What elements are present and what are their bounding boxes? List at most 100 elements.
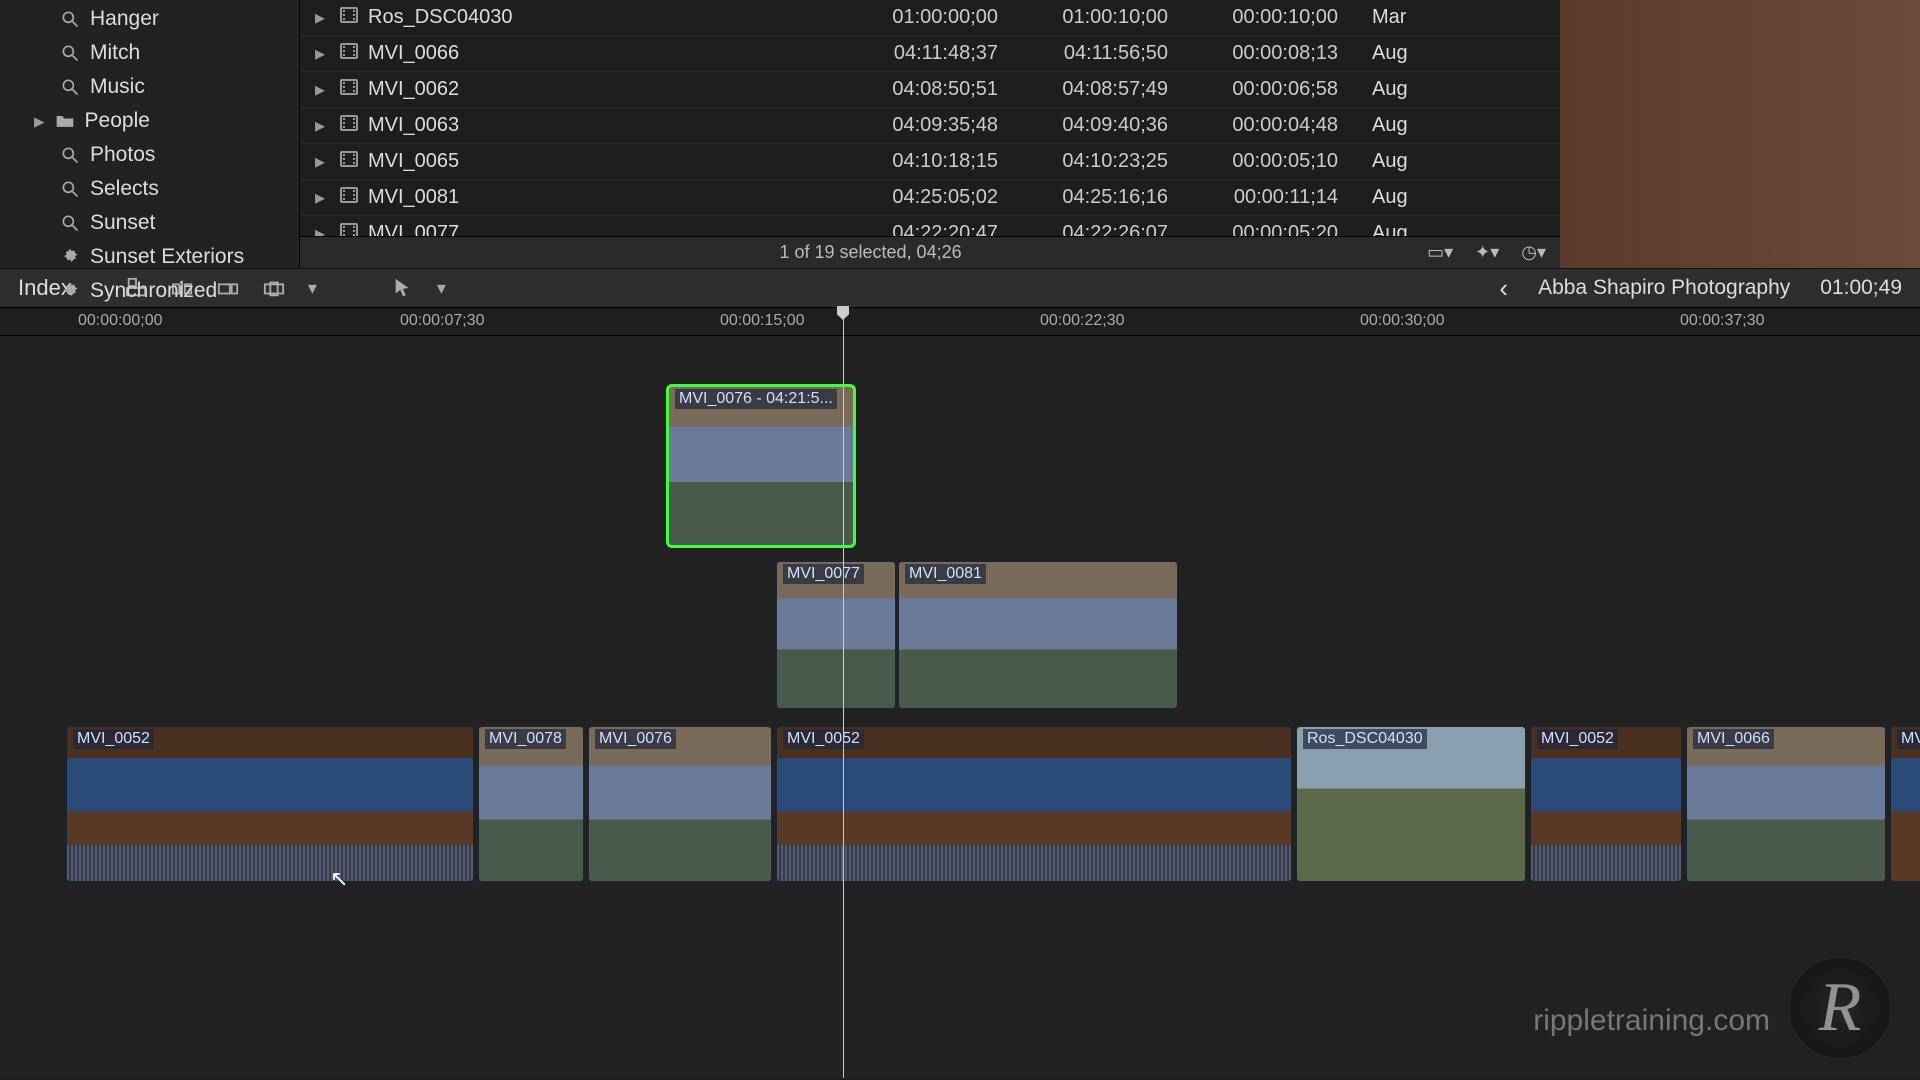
sidebar-item-music[interactable]: Music (0, 70, 299, 104)
brand-text: rippletraining.com (1533, 1004, 1770, 1038)
clip-label: MVI_0052 (73, 729, 154, 749)
clip-duration: 00:00:04;48 (1188, 114, 1358, 137)
clip-name: MVI_0081 (368, 186, 848, 209)
clip-label: MVI_0066 (1693, 729, 1774, 749)
overwrite-edit-button[interactable] (262, 277, 286, 299)
sidebar-item-label: Music (90, 75, 145, 99)
timeline-clip[interactable]: MVI_0077 (776, 561, 896, 709)
disclosure-triangle-icon[interactable]: ▸ (300, 149, 340, 174)
clip-row[interactable]: ▸MVI_008104:25:05;0204:25:16;1600:00:11;… (300, 180, 1560, 216)
timeline-ruler[interactable]: 00:00:00;0000:00:07;3000:00:15;0000:00:2… (0, 308, 1920, 336)
ruler-tick: 00:00:37;30 (1680, 312, 1765, 330)
clip-row[interactable]: ▸Ros_DSC0403001:00:00;0001:00:10;0000:00… (300, 0, 1560, 36)
append-edit-button[interactable] (216, 277, 240, 299)
clip-label: Ros_DSC04030 (1303, 729, 1427, 749)
timeline-clip[interactable]: MVI_0052 (776, 726, 1292, 882)
clip-end: 04:22:26;07 (1018, 222, 1188, 236)
clip-name: MVI_0065 (368, 150, 848, 173)
clip-row[interactable]: ▸MVI_007704:22:20;4704:22:26;0700:00:05;… (300, 216, 1560, 236)
clip-start: 04:22:20;47 (848, 222, 1018, 236)
ruler-tick: 00:00:30;00 (1360, 312, 1445, 330)
timeline-clip[interactable]: MVI_0052 (66, 726, 474, 882)
timeline[interactable]: 00:00:00;0000:00:07;3000:00:15;0000:00:2… (0, 308, 1920, 1078)
select-tool[interactable] (391, 277, 415, 299)
ripple-logo-icon: R (1790, 958, 1890, 1058)
disclosure-triangle-icon[interactable]: ▸ (300, 113, 340, 138)
clip-duration: 00:00:05;10 (1188, 150, 1358, 173)
back-button[interactable]: ‹ (1499, 273, 1508, 304)
clip-icon (340, 78, 368, 101)
clip-start: 04:09:35;48 (848, 114, 1018, 137)
clip-name: MVI_0062 (368, 78, 848, 101)
folder-icon (55, 111, 75, 131)
clip-name: MVI_0066 (368, 42, 848, 65)
timeline-clip[interactable]: MVI_0081 (898, 561, 1178, 709)
chevron-right-icon: ▸ (34, 109, 45, 134)
clip-start: 01:00:00;00 (848, 6, 1018, 29)
disclosure-triangle-icon[interactable]: ▸ (300, 77, 340, 102)
clip-end: 04:10:23;25 (1018, 150, 1188, 173)
clip-date: Aug (1358, 150, 1438, 173)
clip-label: MVI_0076 - 04:21:5... (675, 389, 837, 409)
sidebar-item-synchronized[interactable]: Synchronized (0, 274, 299, 308)
sidebar-item-people[interactable]: ▸ People (0, 104, 299, 138)
clip-date: Aug (1358, 114, 1438, 137)
disclosure-triangle-icon[interactable]: ▸ (300, 41, 340, 66)
sidebar-item-mitch[interactable]: Mitch (0, 36, 299, 70)
playhead[interactable] (843, 308, 844, 1078)
sidebar-item-photos[interactable]: Photos (0, 138, 299, 172)
timeline-clip[interactable]: MVI_0076 (588, 726, 772, 882)
clip-date: Aug (1358, 42, 1438, 65)
insert-edit-button[interactable] (170, 277, 194, 299)
clip-end: 04:11:56;50 (1018, 42, 1188, 65)
clip-appearance-button[interactable]: ▭▾ (1427, 242, 1453, 263)
keyword-sidebar[interactable]: Hanger Mitch Music ▸ People Photos Select… (0, 0, 300, 268)
tool-menu-chevron[interactable]: ▾ (437, 278, 446, 299)
clip-label: MVI_0081 (905, 564, 986, 584)
clip-label: MVI_0076 (595, 729, 676, 749)
edit-menu-chevron[interactable]: ▾ (308, 278, 317, 299)
timeline-clip[interactable]: Ros_DSC04030 (1296, 726, 1526, 882)
ruler-tick: 00:00:07;30 (400, 312, 485, 330)
disclosure-triangle-icon[interactable]: ▸ (300, 5, 340, 30)
filter-button[interactable]: ✦▾ (1475, 242, 1499, 263)
clip-row[interactable]: ▸MVI_006304:09:35;4804:09:40;3600:00:04;… (300, 108, 1560, 144)
sidebar-item-label: People (85, 109, 150, 133)
clock-button[interactable]: ◷▾ (1521, 242, 1546, 263)
audio-waveform (1531, 845, 1681, 881)
clip-duration: 00:00:05;20 (1188, 222, 1358, 236)
clip-label: MVI (1897, 729, 1920, 749)
sidebar-item-selects[interactable]: Selects (0, 172, 299, 206)
ruler-tick: 00:00:00;00 (78, 312, 163, 330)
timeline-clip[interactable]: MVI (1890, 726, 1920, 882)
clip-duration: 00:00:06;58 (1188, 78, 1358, 101)
sidebar-item-sunset-exteriors[interactable]: Sunset Exteriors (0, 240, 299, 274)
timeline-clip[interactable]: MVI_0052 (1530, 726, 1682, 882)
search-icon (60, 77, 80, 97)
clip-row[interactable]: ▸ MVI_006604:11:48;3704:11:56;5000:00:08;… (300, 36, 1560, 72)
sidebar-item-sunset[interactable]: Sunset (0, 206, 299, 240)
disclosure-triangle-icon[interactable]: ▸ (300, 185, 340, 210)
timeline-clip[interactable]: MVI_0066 (1686, 726, 1886, 882)
clip-end: 04:09:40;36 (1018, 114, 1188, 137)
gear-icon (60, 247, 80, 267)
timeline-clip[interactable]: MVI_0078 (478, 726, 584, 882)
clip-label: MVI_0078 (485, 729, 566, 749)
clip-row[interactable]: ▸MVI_006204:08:50;5104:08:57;4900:00:06;… (300, 72, 1560, 108)
clip-row[interactable]: ▸ MVI_006504:10:18;1504:10:23;2500:00:05;… (300, 144, 1560, 180)
clip-start: 04:11:48;37 (848, 42, 1018, 65)
clip-browser[interactable]: ▸Ros_DSC0403001:00:00;0001:00:10;0000:00… (300, 0, 1560, 268)
sidebar-item-label: Mitch (90, 41, 140, 65)
clip-label: MVI_0052 (783, 729, 864, 749)
connect-edit-button[interactable] (124, 277, 148, 299)
timeline-clip[interactable]: MVI_0076 - 04:21:5... (668, 386, 854, 546)
clip-duration: 00:00:08;13 (1188, 42, 1358, 65)
clip-end: 04:25:16;16 (1018, 186, 1188, 209)
clip-start: 04:10:18;15 (848, 150, 1018, 173)
disclosure-triangle-icon[interactable]: ▸ (300, 221, 340, 236)
clip-start: 04:08:50;51 (848, 78, 1018, 101)
sidebar-item-hanger[interactable]: Hanger (0, 2, 299, 36)
clip-icon (340, 222, 368, 236)
sidebar-item-label: Hanger (90, 7, 159, 31)
clip-icon (340, 114, 368, 137)
